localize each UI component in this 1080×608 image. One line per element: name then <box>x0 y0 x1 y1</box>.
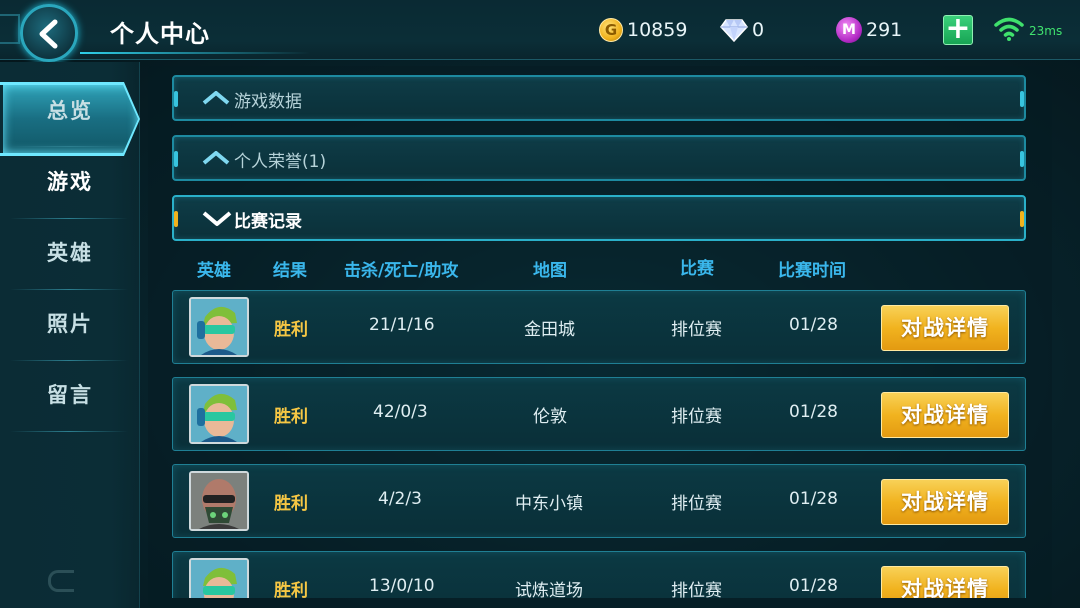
match-mode: 排位赛 <box>671 320 722 340</box>
match-mode: 排位赛 <box>671 494 722 514</box>
hero-avatar[interactable] <box>189 384 249 444</box>
match-details-button[interactable]: 对战详情 <box>881 566 1009 598</box>
green-visor-hero-icon <box>191 299 247 355</box>
hero-avatar[interactable] <box>189 558 249 598</box>
match-kda: 4/2/3 <box>378 489 422 509</box>
match-kda: 42/0/3 <box>373 402 428 422</box>
match-result: 胜利 <box>274 320 308 340</box>
match-result: 胜利 <box>274 494 308 514</box>
table-row: 胜利 4/2/3 中东小镇 排位赛 01/28 对战详情 <box>172 464 1026 538</box>
match-map: 试炼道场 <box>515 581 583 598</box>
match-result: 胜利 <box>274 407 308 427</box>
green-visor-hero-icon <box>191 386 247 442</box>
match-kda: 13/0/10 <box>369 576 435 596</box>
hero-avatar[interactable] <box>189 471 249 531</box>
match-date: 01/28 <box>789 489 838 509</box>
table-row: 胜利 13/0/10 试炼道场 排位赛 01/28 对战详情 <box>172 551 1026 598</box>
match-date: 01/28 <box>789 402 838 422</box>
table-row: 胜利 21/1/16 金田城 排位赛 01/28 对战详情 <box>172 290 1026 364</box>
match-details-button[interactable]: 对战详情 <box>881 479 1009 525</box>
match-mode: 排位赛 <box>671 581 722 598</box>
hero-avatar[interactable] <box>189 297 249 357</box>
green-visor-hero-icon <box>191 560 247 598</box>
match-details-button[interactable]: 对战详情 <box>881 392 1009 438</box>
match-result: 胜利 <box>274 581 308 598</box>
match-date: 01/28 <box>789 315 838 335</box>
match-map: 中东小镇 <box>515 494 583 514</box>
masked-hero-icon <box>191 473 247 529</box>
table-row: 胜利 42/0/3 伦敦 排位赛 01/28 对战详情 <box>172 377 1026 451</box>
match-map: 伦敦 <box>533 407 567 427</box>
match-map: 金田城 <box>524 320 575 340</box>
match-mode: 排位赛 <box>671 407 722 427</box>
match-kda: 21/1/16 <box>369 315 435 335</box>
match-date: 01/28 <box>789 576 838 596</box>
match-details-button[interactable]: 对战详情 <box>881 305 1009 351</box>
match-list: 胜利 21/1/16 金田城 排位赛 01/28 对战详情 胜利 42/0/3 … <box>0 0 1080 598</box>
